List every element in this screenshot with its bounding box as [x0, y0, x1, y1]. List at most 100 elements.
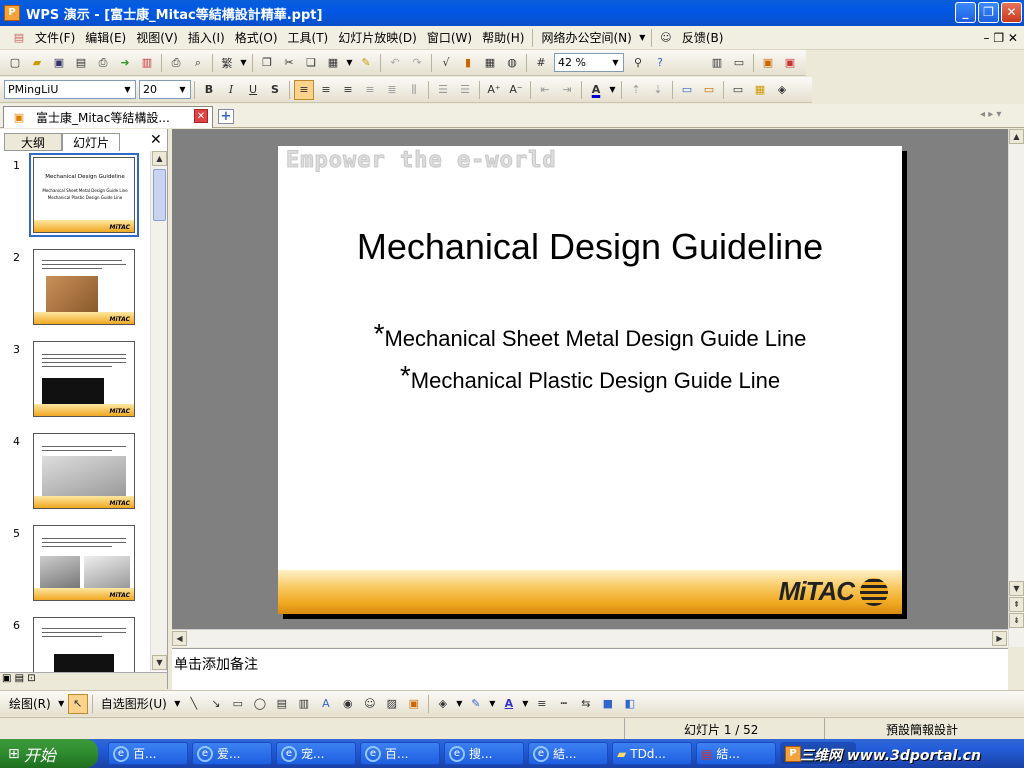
slide-thumbnail[interactable]: MiTAC	[33, 525, 135, 601]
slide-thumbnail[interactable]	[33, 617, 135, 673]
distribute-icon[interactable]: ≣	[382, 80, 402, 100]
menu-network-office[interactable]: 网络办公空间(N)	[536, 28, 636, 48]
ellipse-icon[interactable]: ◯	[250, 694, 270, 714]
formula-icon[interactable]: √	[436, 53, 456, 73]
slide-bullet-1[interactable]: *Mechanical Sheet Metal Design Guide Lin…	[278, 318, 902, 352]
redo-icon[interactable]: ↷	[407, 53, 427, 73]
chevron-down-icon[interactable]: ▼	[487, 696, 498, 711]
chevron-down-icon[interactable]: ▼	[637, 30, 648, 45]
print-preview-icon[interactable]: ⎙	[166, 53, 186, 73]
chevron-down-icon[interactable]: ▼	[172, 696, 183, 711]
tab-outline[interactable]: 大纲	[4, 133, 62, 151]
chart-icon[interactable]: ▮	[458, 53, 478, 73]
font-size-select[interactable]: 20 ▼	[139, 80, 191, 99]
preview-icon[interactable]: ⌕	[188, 53, 208, 73]
shadow-button[interactable]: S	[265, 80, 285, 100]
find-icon[interactable]: ⚲	[628, 53, 648, 73]
web-icon[interactable]: ◍	[502, 53, 522, 73]
zoom-select[interactable]: 42 % ▼	[554, 53, 624, 72]
slide-icon[interactable]: ▭	[729, 53, 749, 73]
format-painter-icon[interactable]: ✎	[356, 53, 376, 73]
menu-file[interactable]: 文件(F)	[30, 28, 80, 48]
scroll-right-icon[interactable]: ▶	[992, 631, 1007, 646]
new-icon[interactable]: ▢	[5, 53, 25, 73]
pdf-icon[interactable]: ▥	[137, 53, 157, 73]
grid-icon[interactable]: #	[531, 53, 551, 73]
taskbar-item[interactable]: e 百...	[360, 742, 440, 765]
print-icon[interactable]: ⎙	[93, 53, 113, 73]
vertical-textbox-icon[interactable]: ▥	[294, 694, 314, 714]
horizontal-scrollbar[interactable]: ◀ ▶	[172, 629, 1008, 647]
workspace-scrollbar[interactable]: ▲ ▼ ⇞ ⇟	[1008, 129, 1024, 647]
tab-slides[interactable]: 幻灯片	[62, 133, 120, 151]
close-tab-icon[interactable]: ✕	[194, 109, 208, 123]
menu-view[interactable]: 视图(V)	[131, 28, 183, 48]
chevron-down-icon[interactable]: ▼	[610, 55, 621, 70]
paste-icon[interactable]: ▦	[323, 53, 343, 73]
mdi-controls[interactable]: – ❐ ✕	[984, 31, 1018, 45]
line-color-icon[interactable]: ✎	[466, 694, 486, 714]
notes-pane[interactable]: 单击添加备注	[172, 648, 1008, 690]
scroll-left-icon[interactable]: ◀	[172, 631, 187, 646]
design-icon[interactable]: ▣	[780, 53, 800, 73]
chevron-down-icon[interactable]: ▼	[454, 696, 465, 711]
menu-tools[interactable]: 工具(T)	[283, 28, 334, 48]
start-button[interactable]: ⊞ 开始	[0, 739, 98, 768]
align-right-icon[interactable]: ≡	[338, 80, 358, 100]
wps-app-icon[interactable]: P	[4, 5, 20, 21]
shrink-font-icon[interactable]: A⁻	[506, 80, 526, 100]
menu-help[interactable]: 帮助(H)	[477, 28, 529, 48]
scroll-down-icon[interactable]: ▼	[152, 655, 167, 670]
tab-scroll-arrows[interactable]: ◂ ▸ ▾	[980, 109, 1001, 120]
slide-thumbnail[interactable]: MiTAC	[33, 433, 135, 509]
scroll-up-icon[interactable]: ▲	[152, 151, 167, 166]
chevron-down-icon[interactable]: ▼	[122, 82, 133, 97]
arrow-icon[interactable]: ↘	[206, 694, 226, 714]
table2-icon[interactable]: ▦	[750, 80, 770, 100]
current-slide[interactable]: Empower the e-world Mechanical Design Gu…	[278, 146, 902, 614]
bold-button[interactable]: B	[199, 80, 219, 100]
menu-slideshow[interactable]: 幻灯片放映(D)	[333, 28, 422, 48]
3d-style-icon[interactable]: ◧	[620, 694, 640, 714]
arrow-style-icon[interactable]: ⇆	[576, 694, 596, 714]
rectangle-icon[interactable]: ▭	[228, 694, 248, 714]
prev-slide-icon[interactable]: ⇞	[1009, 597, 1024, 612]
taskbar-item[interactable]: ▤ 結...	[696, 742, 776, 765]
font-color-icon[interactable]: A	[586, 80, 606, 100]
bullets-icon[interactable]: ☰	[455, 80, 475, 100]
slide-thumbnail[interactable]: MiTAC	[33, 249, 135, 325]
export-icon[interactable]: ➜	[115, 53, 135, 73]
view-buttons[interactable]: ▣ ▤ ⊡	[0, 672, 167, 689]
chevron-down-icon[interactable]: ▼	[520, 696, 531, 711]
save-icon[interactable]: ▣	[49, 53, 69, 73]
menu-feedback[interactable]: 反馈(B)	[677, 28, 729, 48]
line-spacing-down-icon[interactable]: ⇣	[648, 80, 668, 100]
copy-icon[interactable]: ❐	[257, 53, 277, 73]
increase-indent-icon[interactable]: ⇥	[557, 80, 577, 100]
document-tab[interactable]: ▣ 富士康_Mitac等結構設...	[3, 106, 213, 128]
numbering-icon[interactable]: ☰	[433, 80, 453, 100]
menu-edit[interactable]: 编辑(E)	[80, 28, 131, 48]
slide-title[interactable]: Mechanical Design Guideline	[278, 226, 902, 268]
wordart-icon[interactable]: A	[316, 694, 336, 714]
draw-menu[interactable]: 绘图(R)	[4, 694, 56, 714]
decrease-indent-icon[interactable]: ⇤	[535, 80, 555, 100]
slide-design-icon[interactable]: ▭	[699, 80, 719, 100]
copy2-icon[interactable]: ❏	[301, 53, 321, 73]
restore-button[interactable]: ❐	[978, 2, 999, 23]
scroll-up-icon[interactable]: ▲	[1009, 129, 1024, 144]
fill-icon[interactable]: ◈	[772, 80, 792, 100]
taskbar-item[interactable]: e 百...	[108, 742, 188, 765]
select-pointer-icon[interactable]: ↖	[67, 693, 88, 714]
close-panel-icon[interactable]: ✕	[150, 132, 162, 148]
diagram-icon[interactable]: ◉	[338, 694, 358, 714]
justify-icon[interactable]: ≡	[360, 80, 380, 100]
help-icon[interactable]: ?	[650, 53, 670, 73]
chevron-down-icon[interactable]: ▼	[607, 82, 618, 97]
open-icon[interactable]: ▰	[27, 53, 47, 73]
textbox-icon[interactable]: ▤	[272, 694, 292, 714]
taskbar-item[interactable]: e 爱...	[192, 742, 272, 765]
underline-button[interactable]: U	[243, 80, 263, 100]
next-slide-icon[interactable]: ⇟	[1009, 613, 1024, 628]
slide-bullet-2[interactable]: *Mechanical Plastic Design Guide Line	[278, 360, 902, 394]
